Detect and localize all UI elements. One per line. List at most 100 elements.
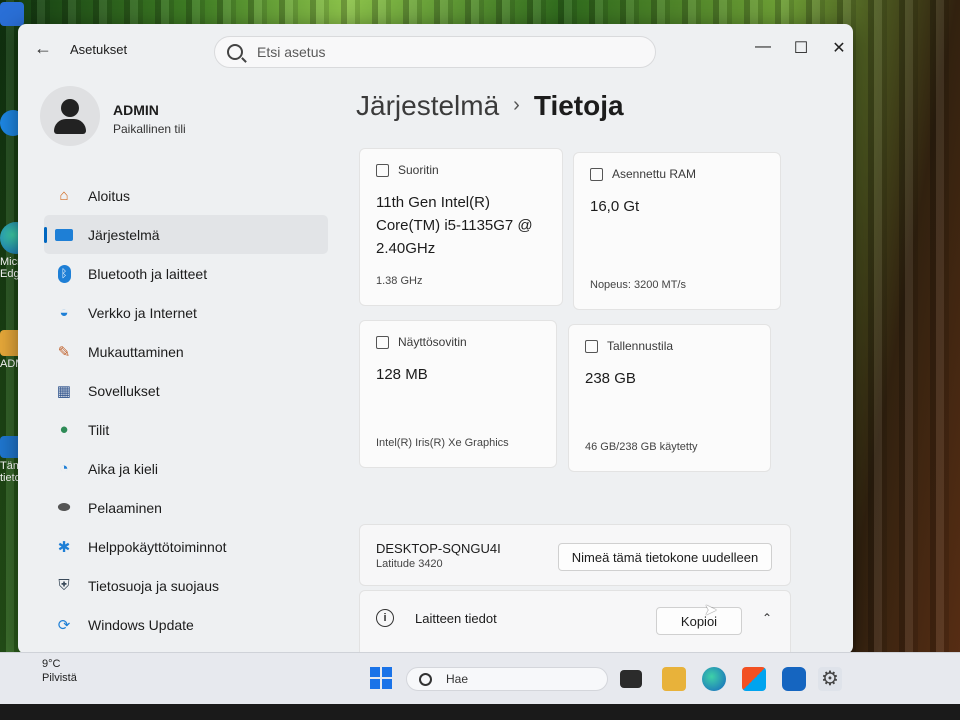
file-explorer-icon[interactable] <box>662 667 686 691</box>
globe-clock-icon: ◔ <box>59 460 69 477</box>
close-button[interactable]: ✕ <box>824 38 853 58</box>
ram-value: 16,0 Gt <box>590 198 640 215</box>
sidebar-item-tilit[interactable]: ● Tilit <box>44 410 328 449</box>
ram-card: Asennettu RAM 16,0 Gt Nopeus: 3200 MT/s <box>573 152 781 310</box>
home-icon: ⌂ <box>59 187 69 204</box>
accessibility-icon: ✱ <box>57 538 71 556</box>
storage-usage: 46 GB/238 GB käytetty <box>585 441 698 453</box>
sidebar-nav: ⌂ Aloitus Järjestelmä ᛒ Bluetooth ja lai… <box>44 176 328 644</box>
wifi-icon: ◒ <box>59 304 69 321</box>
sidebar-item-helppokayttotoiminnot[interactable]: ✱ Helppokäyttötoiminnot <box>44 527 328 566</box>
sidebar-item-label: Aloitus <box>88 187 131 204</box>
sidebar-item-pelaaminen[interactable]: ⬬ Pelaaminen <box>44 488 328 527</box>
settings-gear-icon[interactable]: ⚙ <box>818 667 842 691</box>
drive-icon <box>585 339 598 353</box>
person-icon: ● <box>59 421 69 438</box>
gpu-card: Näyttösovitin 128 MB Intel(R) Iris(R) Xe… <box>359 320 557 468</box>
mail-icon[interactable] <box>782 667 806 691</box>
device-model: Latitude 3420 <box>376 558 443 570</box>
chevron-up-icon[interactable]: ⌃ <box>762 611 772 625</box>
start-button[interactable] <box>370 667 392 689</box>
sidebar-item-windows-update[interactable]: ⟳ Windows Update <box>44 605 328 644</box>
update-icon: ⟳ <box>57 616 71 634</box>
sidebar-item-label: Tilit <box>88 421 110 438</box>
maximize-button[interactable]: ☐ <box>786 38 816 58</box>
back-arrow-icon[interactable]: ← <box>34 38 52 59</box>
sidebar-item-label: Mukauttaminen <box>88 343 184 360</box>
gamepad-icon: ⬬ <box>57 499 71 516</box>
sidebar-item-label: Tietosuoja ja suojaus <box>88 577 220 594</box>
settings-search[interactable] <box>214 36 656 68</box>
cpu-icon <box>376 163 389 177</box>
sidebar-item-bluetooth[interactable]: ᛒ Bluetooth ja laitteet <box>44 254 328 293</box>
avatar-head-icon <box>61 99 79 117</box>
copy-button[interactable]: Kopioi <box>656 607 742 635</box>
breadcrumb: Järjestelmä › Tietoja <box>356 90 624 122</box>
bluetooth-icon: ᛒ <box>54 264 74 283</box>
breadcrumb-parent[interactable]: Järjestelmä <box>356 90 499 121</box>
avatar-body-icon <box>54 119 86 134</box>
weather-widget[interactable]: 9°C Pilvistä <box>42 657 77 685</box>
shield-icon: ⛨ <box>58 577 70 594</box>
processor-speed: 1.38 GHz <box>376 275 423 287</box>
device-info-label: Laitteen tiedot <box>415 611 497 626</box>
storage-label: Tallennustila <box>585 339 673 353</box>
sidebar-item-label: Järjestelmä <box>88 226 160 243</box>
page-title: Tietoja <box>533 90 624 121</box>
edge-icon[interactable] <box>702 667 726 691</box>
gpu-name: Intel(R) Iris(R) Xe Graphics <box>376 437 509 449</box>
search-icon <box>227 44 243 60</box>
sidebar-item-jarjestelma[interactable]: Järjestelmä <box>44 215 328 254</box>
task-view-icon[interactable] <box>620 670 642 688</box>
title-bar: ← Asetukset — ☐ ✕ <box>18 24 853 76</box>
user-name: ADMIN <box>113 102 159 118</box>
sidebar-item-label: Aika ja kieli <box>88 460 159 477</box>
sidebar-item-sovellukset[interactable]: ▦ Sovellukset <box>44 371 328 410</box>
search-icon <box>419 672 432 686</box>
sidebar-item-mukauttaminen[interactable]: ✎ Mukauttaminen <box>44 332 328 371</box>
info-icon: i <box>376 609 394 627</box>
device-name: DESKTOP-SQNGU4I <box>376 541 501 556</box>
sidebar-item-aika-ja-kieli[interactable]: ◔ Aika ja kieli <box>44 449 328 488</box>
processor-value: 11th Gen Intel(R) Core(TM) i5-1135G7 @ 2… <box>376 194 533 257</box>
sidebar-item-label: Pelaaminen <box>88 499 162 516</box>
taskbar: 9°C Pilvistä Hae ⚙ <box>0 652 960 705</box>
sidebar-item-tietosuoja[interactable]: ⛨ Tietosuoja ja suojaus <box>44 566 328 605</box>
temperature: 9°C <box>42 658 61 670</box>
sidebar-item-verkko[interactable]: ◒ Verkko ja Internet <box>44 293 328 332</box>
brush-icon: ✎ <box>57 343 71 361</box>
processor-card: Suoritin 11th Gen Intel(R) Core(TM) i5-1… <box>359 148 563 306</box>
processor-label: Suoritin <box>376 163 439 177</box>
search-input[interactable] <box>255 43 619 61</box>
settings-window: ← Asetukset — ☐ ✕ ADMIN Paikallinen tili… <box>18 24 853 654</box>
ram-label: Asennettu RAM <box>590 167 696 181</box>
sidebar-item-aloitus[interactable]: ⌂ Aloitus <box>44 176 328 215</box>
monitor-bezel <box>0 704 960 720</box>
account-type: Paikallinen tili <box>113 122 186 136</box>
gpu-label: Näyttösovitin <box>376 335 467 349</box>
storage-card: Tallennustila 238 GB 46 GB/238 GB käytet… <box>568 324 771 472</box>
app-icon <box>0 2 24 26</box>
taskbar-search-label: Hae <box>446 672 469 686</box>
display-adapter-icon <box>376 335 389 349</box>
breadcrumb-separator: › <box>513 94 520 116</box>
mouse-cursor-icon: ➤ <box>704 602 718 619</box>
device-info-panel[interactable]: i Laitteen tiedot Kopioi ⌃ <box>359 590 791 654</box>
storage-value: 238 GB <box>585 370 636 387</box>
sidebar-item-label: Bluetooth ja laitteet <box>88 265 208 282</box>
gpu-value: 128 MB <box>376 366 428 383</box>
taskbar-search[interactable]: Hae <box>406 667 608 691</box>
ram-speed: Nopeus: 3200 MT/s <box>590 279 686 291</box>
sidebar-item-label: Helppokäyttötoiminnot <box>88 538 227 555</box>
rename-pc-button[interactable]: Nimeä tämä tietokone uudelleen <box>558 543 772 571</box>
sidebar-item-label: Sovellukset <box>88 382 160 399</box>
store-icon[interactable] <box>742 667 766 691</box>
minimize-button[interactable]: — <box>748 38 778 56</box>
weather-condition: Pilvistä <box>42 672 77 684</box>
monitor-icon <box>54 226 74 244</box>
avatar <box>40 86 100 146</box>
app-title: Asetukset <box>70 42 128 57</box>
sidebar-item-label: Verkko ja Internet <box>88 304 197 321</box>
sidebar-item-label: Windows Update <box>88 616 194 633</box>
memory-icon <box>590 167 603 181</box>
